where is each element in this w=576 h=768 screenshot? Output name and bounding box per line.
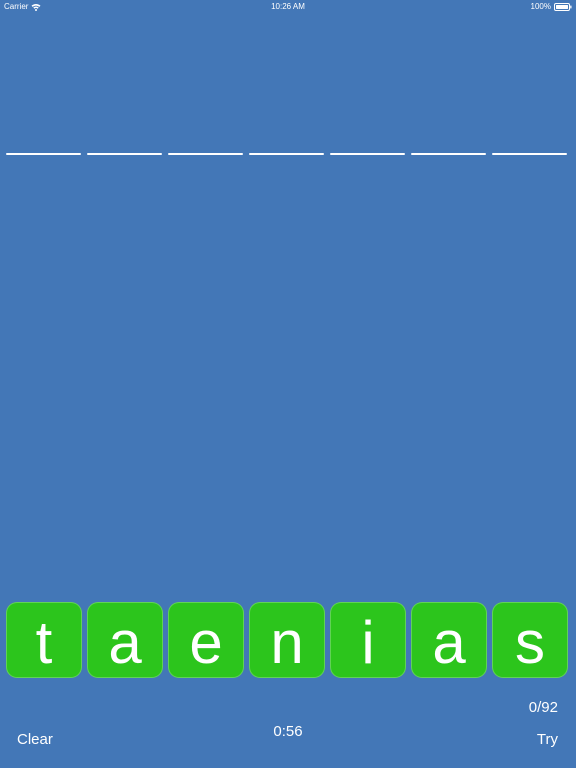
answer-slot — [6, 153, 81, 155]
letter-tile[interactable]: a — [87, 602, 163, 678]
answer-slot — [330, 153, 405, 155]
letter-tile[interactable]: a — [411, 602, 487, 678]
answer-slot — [492, 153, 567, 155]
letter-tile[interactable]: s — [492, 602, 568, 678]
score-label: 0/92 — [528, 699, 558, 716]
letter-tile[interactable]: n — [249, 602, 325, 678]
answer-slot — [411, 153, 486, 155]
timer-label: 0:56 — [273, 723, 303, 740]
answer-slot — [249, 153, 324, 155]
letter-tile[interactable]: t — [6, 602, 82, 678]
letter-tile[interactable]: i — [330, 602, 406, 678]
answer-slot — [168, 153, 243, 155]
answer-slot — [87, 153, 162, 155]
letter-tile[interactable]: e — [168, 602, 244, 678]
game-screen: Carrier 10:26 AM 100% taenias 0/92 0:56 … — [0, 0, 576, 768]
try-button[interactable]: Try — [537, 731, 558, 748]
battery-percent: 100% — [530, 2, 551, 11]
clear-button[interactable]: Clear — [17, 731, 53, 748]
battery-group: 100% — [531, 2, 572, 11]
battery-icon — [554, 2, 572, 11]
status-time: 10:26 AM — [271, 2, 305, 11]
status-bar: Carrier 10:26 AM 100% — [0, 0, 576, 12]
